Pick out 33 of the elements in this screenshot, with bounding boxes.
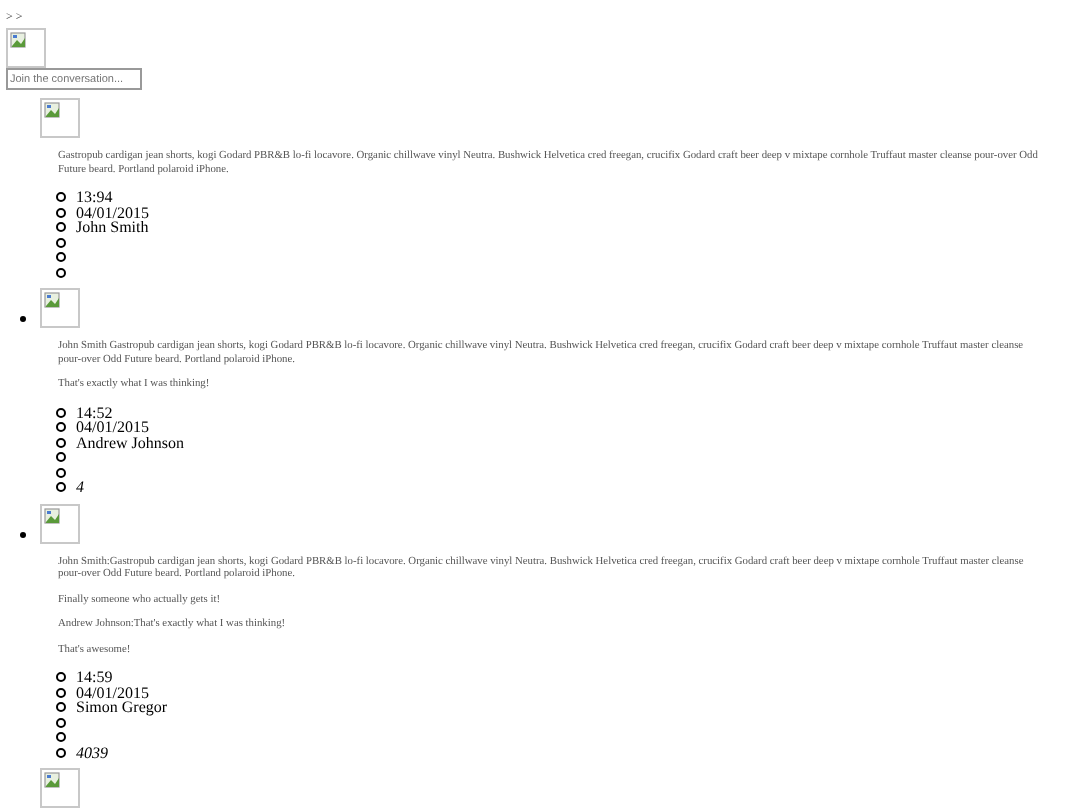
broken-image — [40, 288, 80, 328]
list-bullet — [56, 192, 66, 203]
broken-image — [40, 768, 80, 808]
list-bullet — [56, 267, 66, 278]
meta-text: John Smith — [76, 220, 149, 235]
meta-text: 04/01/2015 — [76, 420, 149, 435]
broken-image — [40, 503, 80, 543]
meta-text: 14:59 — [76, 670, 113, 685]
meta-text: 4039 — [76, 745, 108, 760]
list-bullet — [56, 747, 66, 758]
broken-image — [40, 98, 80, 138]
meta-text: 14:52 — [76, 405, 113, 420]
meta-text: Simon Gregor — [76, 700, 168, 715]
list-bullet — [56, 467, 66, 478]
list-bullet — [56, 237, 66, 248]
list-bullet — [56, 422, 66, 433]
list-bullet — [56, 702, 66, 713]
list-bullet — [56, 687, 66, 698]
list-bullet — [56, 452, 66, 463]
list-bullet — [56, 407, 66, 418]
meta-text: 13:94 — [76, 190, 113, 205]
meta-text: 04/01/2015 — [76, 685, 149, 700]
list-bullet — [56, 437, 66, 448]
meta-text: 4 — [76, 480, 84, 495]
list-bullet — [56, 252, 66, 263]
list-bullet — [56, 207, 66, 218]
list-bullet — [56, 672, 66, 683]
list-bullet — [56, 732, 66, 743]
list-bullet — [56, 482, 66, 493]
meta-text: Andrew Johnson — [76, 435, 184, 450]
list-bullet — [56, 222, 66, 233]
list-bullet — [56, 717, 66, 728]
meta-text: 04/01/2015 — [76, 205, 149, 220]
